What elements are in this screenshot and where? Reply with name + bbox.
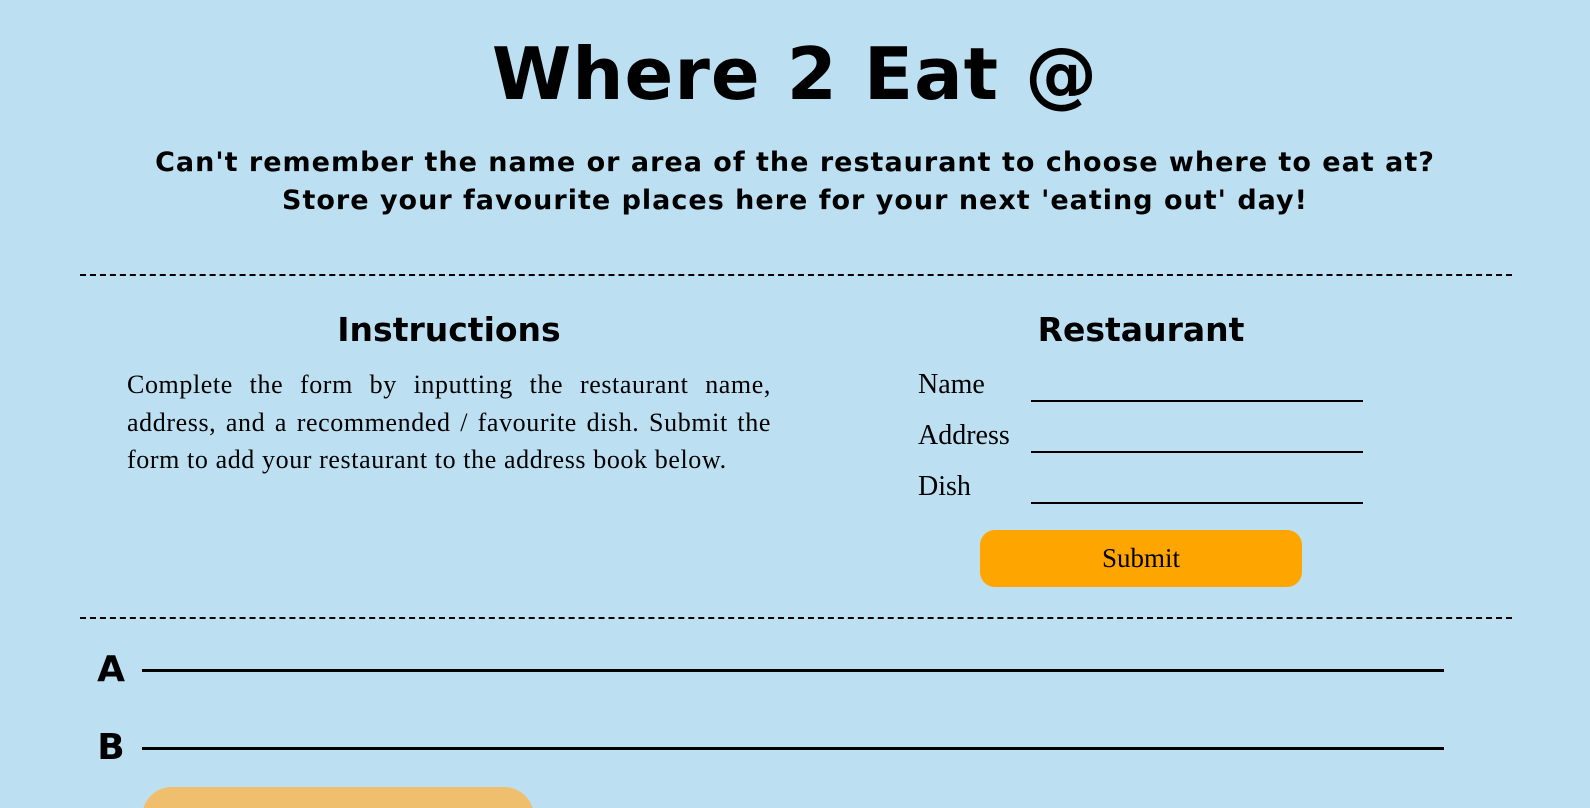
dish-input[interactable] [1031,476,1363,504]
book-line-b [142,747,1444,750]
instructions-heading: Instructions [337,310,561,349]
address-input[interactable] [1031,425,1363,453]
subtitle-line-1: Can't remember the name or area of the r… [155,147,1435,178]
restaurant-form-heading: Restaurant [1037,310,1245,349]
subtitle-line-2: Store your favourite places here for you… [282,185,1308,216]
name-input[interactable] [1031,374,1363,402]
instructions-text: Complete the form by inputting the resta… [127,370,771,474]
book-letter-a: A [97,649,125,690]
book-letter-b: B [97,727,125,768]
book-line-a [142,669,1444,672]
submit-button[interactable]: Submit [980,530,1302,587]
dish-label: Dish [918,471,971,502]
reset-book-button[interactable]: Reset book [142,787,534,808]
top-divider [80,274,1512,276]
address-label: Address [918,420,1010,451]
bottom-divider [80,617,1512,619]
page-subtitle: Can't remember the name or area of the r… [0,144,1590,220]
page-title: Where 2 Eat @ [491,32,1099,116]
name-label: Name [918,369,985,400]
